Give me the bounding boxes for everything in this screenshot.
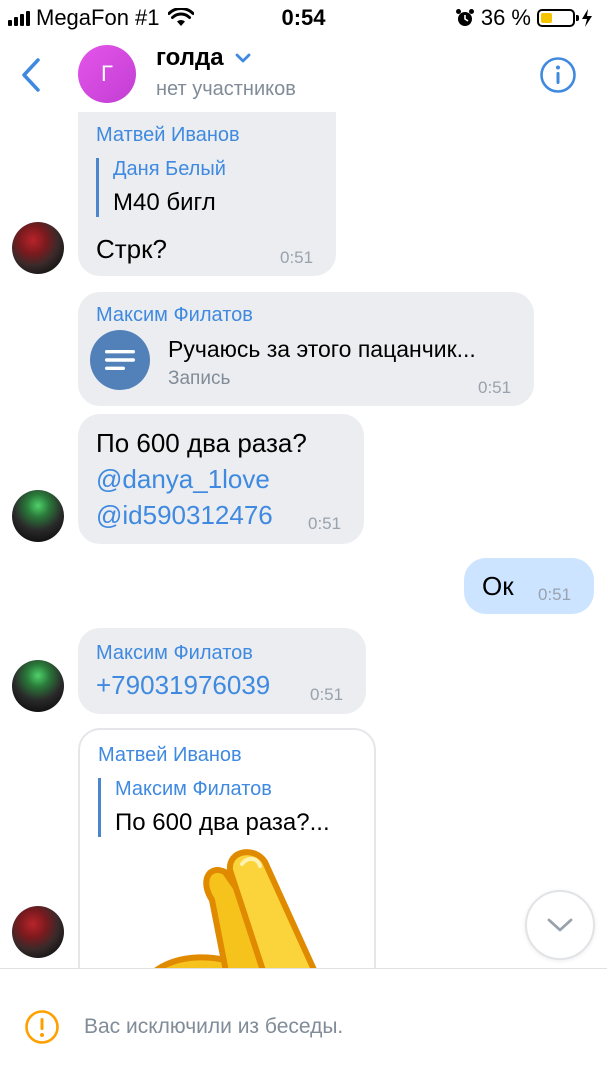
- message-time: 0:51: [538, 585, 572, 604]
- chat-subtitle: нет участников: [156, 78, 296, 100]
- reply-text: По 600 два раза?...: [115, 809, 330, 836]
- chat-header: Г голда нет участников: [0, 36, 607, 116]
- phone-link[interactable]: +79031976039: [96, 670, 270, 701]
- document-title[interactable]: Ручаюсь за этого пацанчик...: [168, 336, 476, 363]
- chevron-down-icon: [235, 53, 250, 63]
- message-time: 0:51: [478, 378, 512, 397]
- reply-sender: Даня Белый: [113, 158, 226, 180]
- avatar[interactable]: [12, 490, 64, 542]
- sticker-message-bubble[interactable]: Матвей Иванов Максим Филатов По 600 два …: [78, 728, 376, 988]
- document-icon[interactable]: [90, 330, 150, 390]
- message-bubble[interactable]: Матвей Иванов Даня Белый М40 бигл Стрк? …: [78, 112, 336, 276]
- avatar[interactable]: [12, 906, 64, 958]
- warning-icon: [25, 1010, 59, 1044]
- message-bubble[interactable]: По 600 два раза? @danya_1love @id5903124…: [78, 414, 364, 544]
- battery-fill: [541, 13, 552, 23]
- back-button[interactable]: [14, 50, 48, 100]
- reply-text: М40 бигл: [113, 189, 216, 216]
- status-bar-right: 36 %: [455, 5, 593, 31]
- message-bubble[interactable]: Максим Филатов +79031976039 0:51: [78, 628, 366, 714]
- message-sender[interactable]: Максим Филатов: [96, 642, 253, 665]
- chevron-down-icon: [547, 918, 573, 932]
- kicked-notice-text: Вас исключили из беседы.: [84, 1015, 344, 1038]
- footer-notice-bar: Вас исключили из беседы.: [0, 968, 607, 1080]
- avatar[interactable]: [12, 222, 64, 274]
- avatar[interactable]: [12, 660, 64, 712]
- info-icon[interactable]: [539, 56, 577, 94]
- scroll-down-button[interactable]: [525, 890, 595, 960]
- message-text: Ок: [482, 571, 514, 601]
- battery-icon: [537, 9, 579, 27]
- charging-icon: [582, 9, 592, 27]
- chat-title-button[interactable]: голда: [156, 44, 252, 72]
- outgoing-message-bubble[interactable]: Ок 0:51: [464, 558, 594, 614]
- message-sender[interactable]: Матвей Иванов: [96, 124, 240, 147]
- message-time: 0:51: [280, 248, 314, 267]
- crossed-fingers-sticker-icon[interactable]: [130, 842, 330, 988]
- chat-avatar[interactable]: Г: [78, 45, 136, 103]
- message-sender[interactable]: Максим Филатов: [96, 304, 253, 327]
- reply-quote[interactable]: Максим Филатов По 600 два раза?...: [98, 778, 330, 837]
- message-text: По 600 два раза?: [96, 428, 307, 458]
- status-bar: MegaFon #1 0:54 36 %: [0, 0, 607, 36]
- mention-link[interactable]: @id590312476: [96, 500, 273, 531]
- reply-sender: Максим Филатов: [115, 778, 272, 800]
- battery-percent: 36 %: [480, 5, 531, 30]
- message-text: Стрк?: [96, 234, 167, 264]
- alarm-icon: [455, 9, 474, 26]
- back-icon: [22, 58, 40, 92]
- mention-link[interactable]: @danya_1love: [96, 464, 270, 495]
- message-time: 0:51: [310, 685, 344, 704]
- reply-quote[interactable]: Даня Белый М40 бигл: [96, 158, 226, 217]
- message-time: 0:51: [308, 514, 342, 533]
- message-sender[interactable]: Матвей Иванов: [98, 744, 242, 767]
- message-bubble[interactable]: Максим Филатов Ручаюсь за этого пацанчик…: [78, 292, 534, 406]
- document-subtitle: Запись: [168, 368, 231, 389]
- chat-title: голда: [156, 44, 224, 71]
